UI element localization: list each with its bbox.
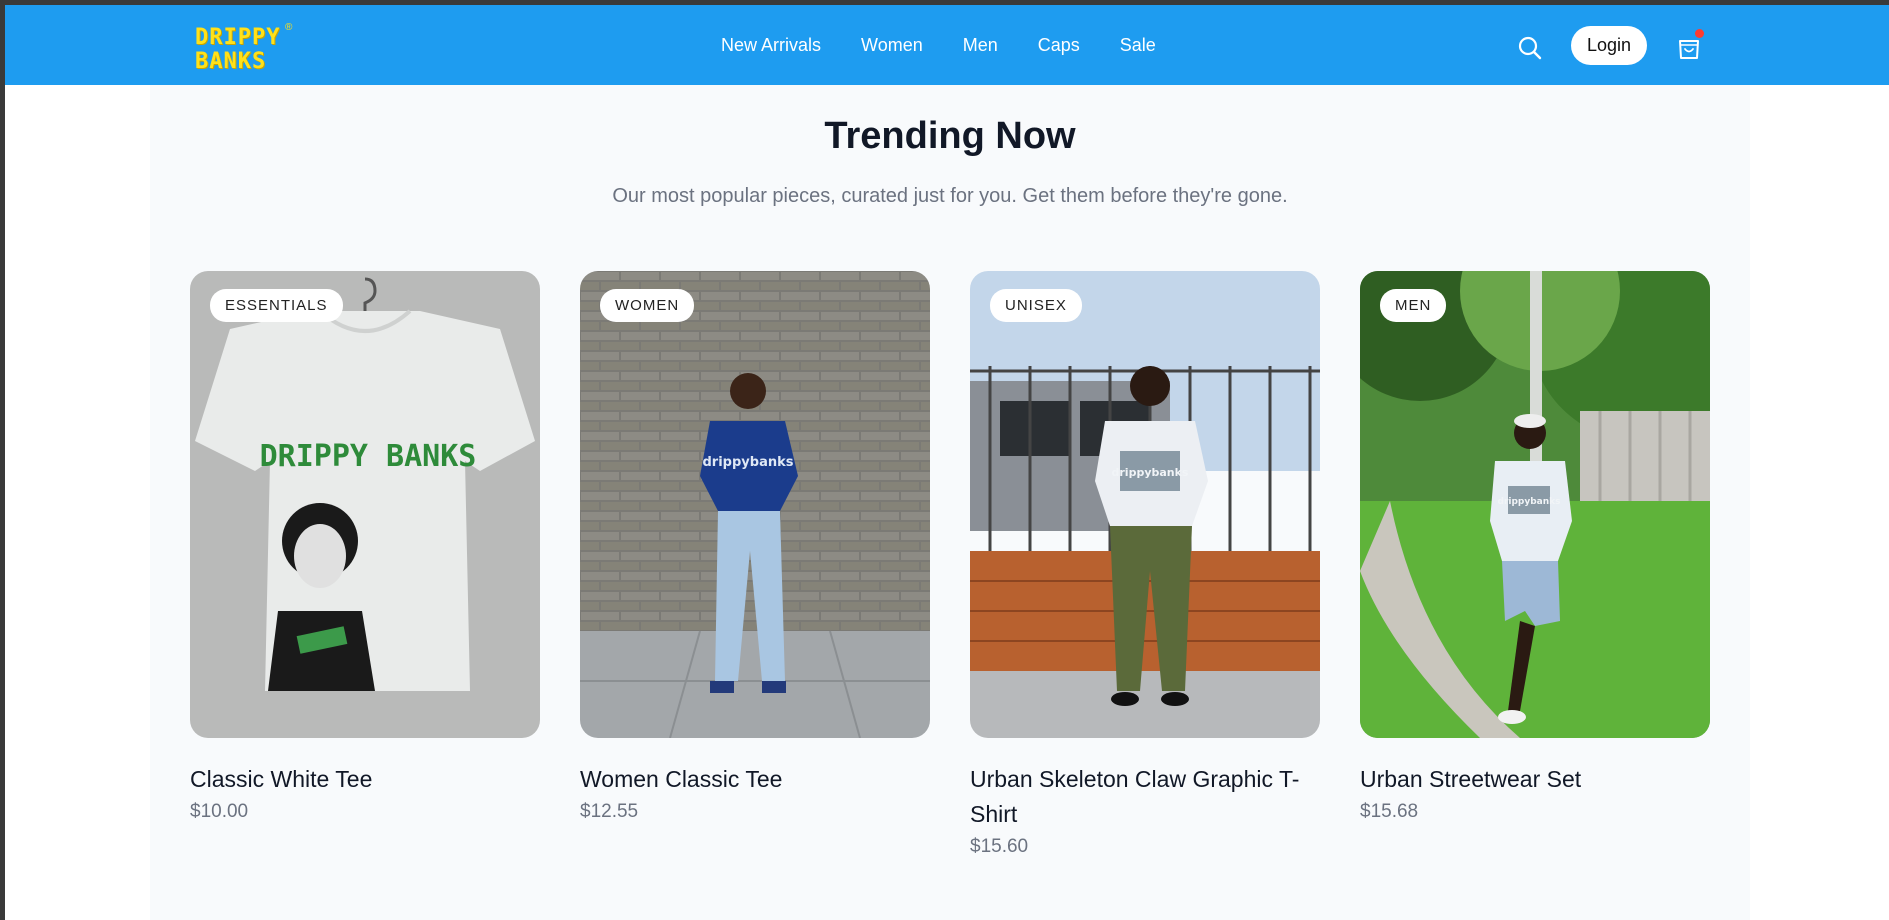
- search-icon: [1518, 36, 1542, 60]
- browser-viewport: DRIPPY BANKS ® New Arrivals Women Men Ca…: [5, 5, 1889, 920]
- category-badge: MEN: [1380, 289, 1447, 322]
- nav-link-women[interactable]: Women: [861, 35, 923, 56]
- product-price: $12.55: [580, 801, 639, 822]
- women-tee-image: drippybanks: [580, 271, 930, 738]
- product-card[interactable]: DRIPPY BANKS ESSENTIALS Classic White Te…: [190, 271, 540, 823]
- nav-link-men[interactable]: Men: [963, 35, 998, 56]
- tee-print-text: drippybanks: [1498, 497, 1561, 507]
- top-navbar: DRIPPY BANKS ® New Arrivals Women Men Ca…: [5, 5, 1889, 85]
- product-card[interactable]: drippybanks MEN Urban Streetwear Set $15…: [1360, 271, 1710, 823]
- registered-mark: ®: [285, 22, 293, 33]
- men-streetwear-image: drippybanks: [1360, 271, 1710, 738]
- product-name[interactable]: Urban Streetwear Set: [1360, 762, 1710, 797]
- product-grid: DRIPPY BANKS ESSENTIALS Classic White Te…: [190, 271, 1710, 871]
- search-button[interactable]: [1517, 35, 1543, 61]
- product-image[interactable]: drippybanks MEN: [1360, 271, 1710, 738]
- trending-section: Trending Now Our most popular pieces, cu…: [150, 85, 1750, 920]
- logo-line-2: BANKS: [195, 49, 267, 74]
- product-name[interactable]: Urban Skeleton Claw Graphic T-Shirt: [970, 762, 1320, 832]
- tee-print-text: drippybanks: [1112, 466, 1189, 479]
- product-price: $10.00: [190, 801, 249, 822]
- tee-print-text: drippybanks: [703, 455, 794, 470]
- login-button[interactable]: Login: [1571, 26, 1647, 65]
- product-card[interactable]: drippybanks WOMEN Women Classic Tee $12.…: [580, 271, 930, 823]
- tee-print-text: DRIPPY BANKS: [260, 439, 477, 474]
- product-price: $15.60: [970, 836, 1029, 857]
- product-price: $15.68: [1360, 801, 1419, 822]
- category-badge: UNISEX: [990, 289, 1082, 322]
- category-badge: ESSENTIALS: [210, 289, 343, 322]
- product-image[interactable]: drippybanks UNISEX: [970, 271, 1320, 738]
- product-image[interactable]: drippybanks WOMEN: [580, 271, 930, 738]
- cart-notification-dot: [1695, 29, 1704, 38]
- section-subtitle: Our most popular pieces, curated just fo…: [612, 185, 1288, 207]
- logo-wordmark: DRIPPY BANKS: [195, 26, 280, 74]
- product-image[interactable]: DRIPPY BANKS ESSENTIALS: [190, 271, 540, 738]
- section-title: Trending Now: [824, 115, 1076, 157]
- nav-link-caps[interactable]: Caps: [1038, 35, 1080, 56]
- logo-line-1: DRIPPY: [195, 25, 281, 50]
- main-nav: New Arrivals Women Men Caps Sale: [721, 5, 1156, 85]
- unisex-tee-image: drippybanks: [970, 271, 1320, 738]
- category-badge: WOMEN: [600, 289, 695, 322]
- nav-link-new-arrivals[interactable]: New Arrivals: [721, 35, 821, 56]
- brand-logo[interactable]: DRIPPY BANKS ®: [195, 22, 295, 80]
- product-name[interactable]: Women Classic Tee: [580, 762, 930, 797]
- white-tee-image: DRIPPY BANKS: [190, 271, 540, 738]
- nav-link-sale[interactable]: Sale: [1120, 35, 1156, 56]
- product-name[interactable]: Classic White Tee: [190, 762, 540, 797]
- product-card[interactable]: drippybanks UNISEX Urban Skeleton Claw G…: [970, 271, 1320, 858]
